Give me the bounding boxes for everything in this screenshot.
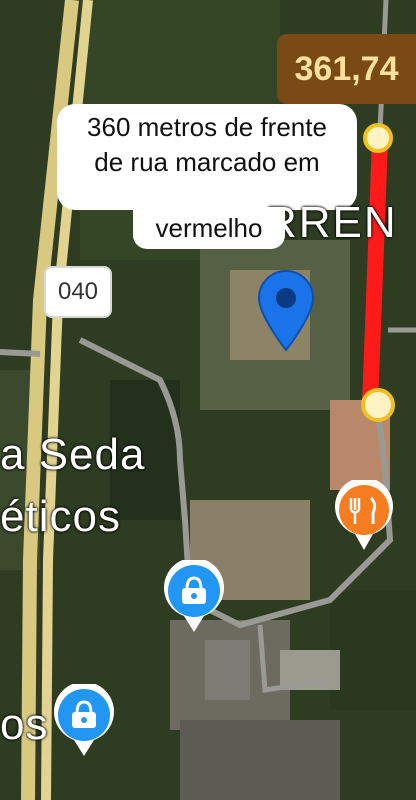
measurement-line <box>362 132 388 413</box>
satellite-map[interactable]: 361,74 360 metros de frente de rua marca… <box>0 0 416 800</box>
place-label-line-1: a Seda <box>0 430 146 479</box>
shopping-bag-icon[interactable] <box>52 684 116 758</box>
place-label-line-2: éticos <box>0 492 121 541</box>
annotation-bubble: 360 metros de frente de rua marcado em <box>57 104 357 210</box>
restaurant-icon[interactable] <box>333 480 395 552</box>
annotation-line-2: de rua marcado em <box>94 147 320 177</box>
measure-end-marker <box>361 388 395 422</box>
shopping-bag-icon[interactable] <box>162 560 226 634</box>
location-pin-icon[interactable] <box>255 268 317 352</box>
measure-start-marker <box>363 123 393 153</box>
measurement-distance: 361,74 <box>277 34 416 104</box>
road-shield: 040 <box>44 266 112 318</box>
annotation-line-3: vermelho <box>133 207 285 249</box>
place-label-bottom: os <box>0 700 49 749</box>
annotation-line-1: 360 metros de frente <box>87 112 327 142</box>
